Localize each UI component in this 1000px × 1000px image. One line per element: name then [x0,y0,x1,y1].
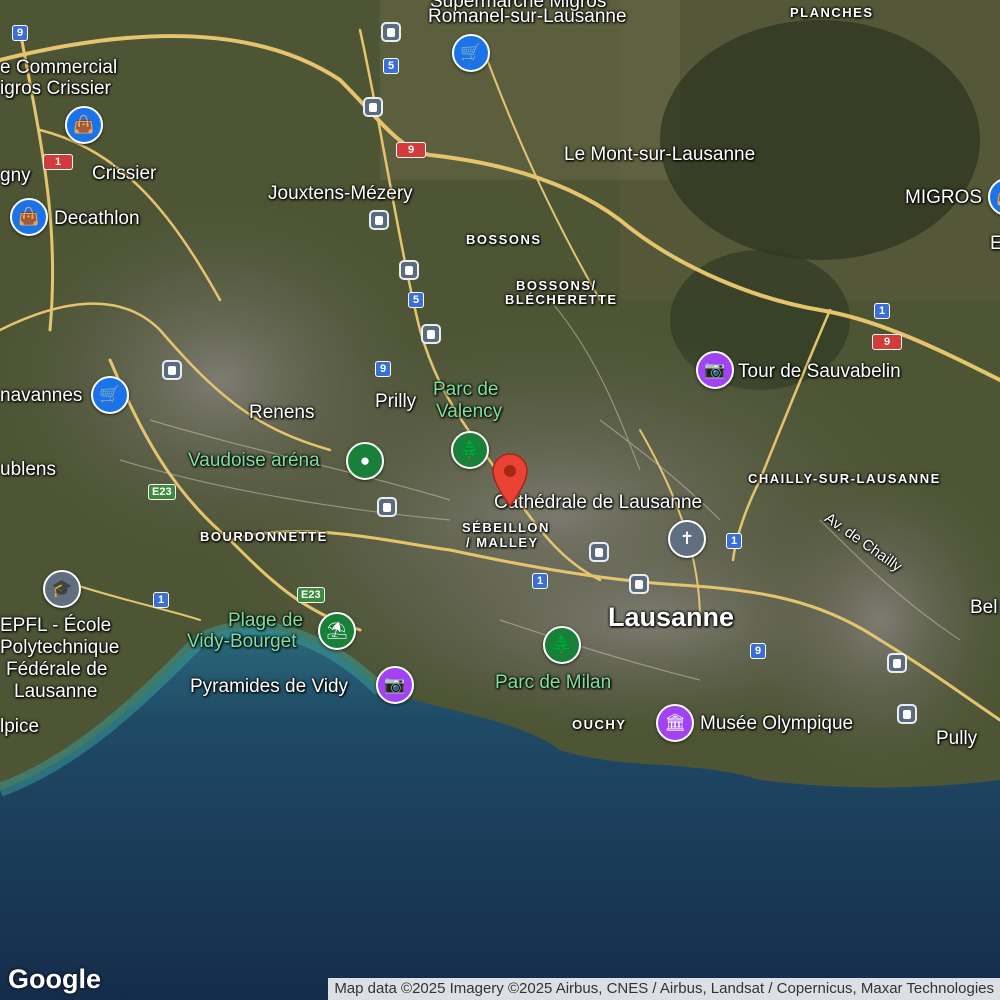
label-sebeillon-1: SÉBEILLON [462,520,550,535]
train-station-icon[interactable] [381,22,401,42]
label-gny: gny [0,165,31,186]
label-bel: Bel [970,597,998,618]
shopping-bag-icon[interactable]: 👜 [10,198,48,236]
label-decathlon: Decathlon [54,208,140,229]
label-sulpice: lpice [0,716,40,737]
label-prilly: Prilly [375,391,417,412]
google-logo: Google [8,964,101,994]
label-pully: Pully [936,728,978,749]
label-migros-right: MIGROS [905,187,983,208]
train-station-icon[interactable] [369,210,389,230]
road-shield: 1 [43,154,73,170]
beach-umbrella-icon[interactable]: ⛱ [318,612,356,650]
road-shield: 5 [408,292,424,308]
road-shield: 9 [750,643,766,659]
label-epfl-1: EPFL - École [0,615,112,636]
shopping-cart-icon[interactable]: 🛒 [452,34,490,72]
label-migros-crissier: igros Crissier [0,78,111,99]
road-shield: 1 [153,592,169,608]
road-shield: E23 [297,587,325,603]
label-parc-milan: Parc de Milan [495,672,612,693]
label-parc-valency-1: Parc de [433,379,499,400]
label-epfl-3: Fédérale de [6,659,108,680]
label-parc-valency-2: Valency [436,401,503,422]
label-renens: Renens [249,402,315,423]
road-shield: 1 [874,303,890,319]
road-shield: 1 [726,533,742,549]
label-epfl-2: Polytechnique [0,637,120,658]
label-musee-olympique: Musée Olympique [700,713,854,734]
label-romanel: Romanel-sur-Lausanne [428,6,627,27]
label-centre-commercial: e Commercial [0,57,118,78]
label-bossons-blecherette-1: BOSSONS/ [516,278,597,293]
tree-icon[interactable]: 🌲 [451,431,489,469]
label-lausanne: Lausanne [608,602,735,632]
label-chavannes: navannes [0,385,83,406]
cross-icon[interactable]: ✝ [668,520,706,558]
road-shield: 5 [383,58,399,74]
label-planches: PLANCHES [790,5,874,20]
train-station-icon[interactable] [363,97,383,117]
tree-icon[interactable]: 🌲 [543,626,581,664]
label-vaudoise-arena: Vaudoise aréna [188,450,320,471]
shopping-cart-icon[interactable]: 🛒 [91,376,129,414]
train-station-icon[interactable] [629,574,649,594]
museum-icon[interactable]: 🏛 [656,704,694,742]
shopping-bag-icon[interactable]: 👜 [65,106,103,144]
label-crissier: Crissier [92,163,157,184]
train-station-icon[interactable] [589,542,609,562]
train-station-icon[interactable] [887,653,907,673]
graduation-cap-icon[interactable]: 🎓 [43,570,81,608]
label-chailly: CHAILLY-SUR-LAUSANNE [748,471,941,486]
location-pin-icon[interactable] [491,452,529,508]
map-attribution[interactable]: Map data ©2025 Imagery ©2025 Airbus, CNE… [328,978,1000,1000]
label-e-right: E [990,233,1000,254]
label-le-mont: Le Mont-sur-Lausanne [564,144,756,165]
train-station-icon[interactable] [421,324,441,344]
train-station-icon[interactable] [377,497,397,517]
stadium-icon[interactable]: ● [346,442,384,480]
label-epfl-4: Lausanne [14,681,98,702]
label-ouchy: OUCHY [572,717,627,732]
label-tour-sauvabelin: Tour de Sauvabelin [738,361,901,382]
label-plage-vidy-1: Plage de [228,610,304,631]
label-plage-vidy-2: Vidy-Bourget [187,631,297,652]
label-bourdonnette: BOURDONNETTE [200,529,328,544]
train-station-icon[interactable] [897,704,917,724]
label-pyramides: Pyramides de Vidy [190,676,349,697]
road-shield: 9 [375,361,391,377]
road-shield: 9 [872,334,902,350]
label-bossons-blecherette-2: BLÉCHERETTE [505,292,618,307]
camera-icon[interactable]: 📷 [376,666,414,704]
label-ecublens: ublens [0,459,56,480]
label-sebeillon-2: / MALLEY [466,535,539,550]
road-shield: E23 [148,484,176,500]
road-shield: 1 [532,573,548,589]
train-station-icon[interactable] [162,360,182,380]
train-station-icon[interactable] [399,260,419,280]
road-shield: 9 [12,25,28,41]
label-bossons: BOSSONS [466,232,542,247]
road-shield: 9 [396,142,426,158]
camera-icon[interactable]: 📷 [696,351,734,389]
label-jouxtens: Jouxtens-Mézery [268,183,413,204]
